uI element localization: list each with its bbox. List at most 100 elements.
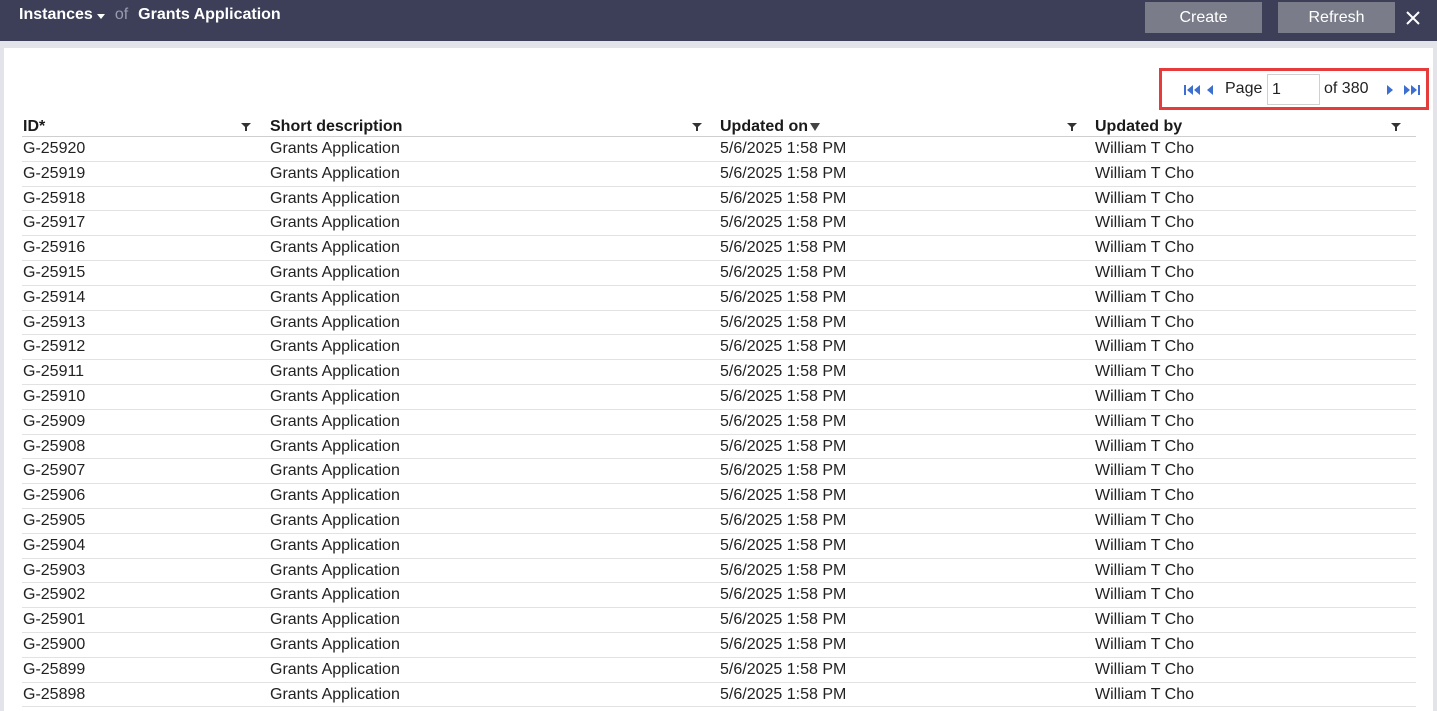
table-row[interactable]: G-25902 Grants Application 5/6/2025 1:58 P…: [22, 583, 1416, 609]
table-row[interactable]: G-25918 Grants Application 5/6/2025 1:58 P…: [22, 187, 1416, 212]
table-row[interactable]: G-25920 Grants Application 5/6/2025 1:58 P…: [22, 137, 1416, 162]
cell-id[interactable]: G-25906: [23, 487, 85, 505]
cell-short-description: Grants Application: [270, 511, 400, 529]
table-row[interactable]: G-25900 Grants Application 5/6/2025 1:58 P…: [22, 633, 1416, 658]
table-row[interactable]: G-25917 Grants Application 5/6/2025 1:58 P…: [22, 211, 1416, 237]
cell-updated-on: 5/6/2025 1:58 PM: [720, 685, 847, 703]
table-row[interactable]: G-25899 Grants Application 5/6/2025 1:58 P…: [22, 658, 1416, 683]
column-header-updated-on[interactable]: Updated on: [720, 118, 820, 136]
table-row[interactable]: G-25913 Grants Application 5/6/2025 1:58 P…: [22, 311, 1416, 336]
app-title: Grants Application: [138, 6, 281, 23]
cell-short-description: Grants Application: [270, 487, 400, 505]
close-icon[interactable]: [1403, 8, 1423, 28]
instances-table: ID* Short description Updated on Updated…: [22, 114, 1416, 708]
cell-id[interactable]: G-25914: [23, 289, 85, 307]
instances-menu[interactable]: Instances: [19, 6, 93, 24]
cell-short-description: Grants Application: [270, 437, 400, 455]
cell-updated-on: 5/6/2025 1:58 PM: [720, 635, 847, 653]
cell-id[interactable]: G-25902: [23, 586, 85, 604]
table-row[interactable]: G-25906 Grants Application 5/6/2025 1:58 P…: [22, 484, 1416, 509]
cell-updated-by: William T Cho: [1095, 164, 1194, 182]
page-number-input[interactable]: [1267, 74, 1320, 105]
table-row[interactable]: G-25914 Grants Application 5/6/2025 1:58 P…: [22, 286, 1416, 311]
refresh-button[interactable]: Refresh: [1278, 2, 1395, 33]
cell-id[interactable]: G-25903: [23, 562, 85, 580]
cell-id[interactable]: G-25917: [23, 214, 85, 232]
table-row[interactable]: G-25912 Grants Application 5/6/2025 1:58 P…: [22, 335, 1416, 361]
column-header-id[interactable]: ID*: [23, 118, 45, 136]
table-row[interactable]: G-25907 Grants Application 5/6/2025 1:58 P…: [22, 459, 1416, 485]
cell-short-description: Grants Application: [270, 685, 400, 703]
create-button[interactable]: Create: [1145, 2, 1262, 33]
cell-updated-on: 5/6/2025 1:58 PM: [720, 164, 847, 182]
cell-updated-on: 5/6/2025 1:58 PM: [720, 239, 847, 257]
cell-short-description: Grants Application: [270, 140, 400, 157]
table-row[interactable]: G-25915 Grants Application 5/6/2025 1:58 P…: [22, 261, 1416, 286]
cell-updated-by: William T Cho: [1095, 338, 1194, 356]
cell-short-description: Grants Application: [270, 263, 400, 281]
cell-id[interactable]: G-25899: [23, 661, 85, 679]
table-row[interactable]: G-25905 Grants Application 5/6/2025 1:58 P…: [22, 509, 1416, 534]
cell-id[interactable]: G-25915: [23, 264, 85, 282]
table-row[interactable]: G-25908 Grants Application 5/6/2025 1:58 P…: [22, 435, 1416, 460]
previous-page-icon[interactable]: [1206, 85, 1214, 95]
table-row[interactable]: G-25898 Grants Application 5/6/2025 1:58 P…: [22, 683, 1416, 708]
first-page-icon[interactable]: [1184, 85, 1202, 95]
cell-id[interactable]: G-25913: [23, 314, 85, 332]
cell-id[interactable]: G-25900: [23, 636, 85, 654]
cell-id[interactable]: G-25910: [23, 388, 85, 406]
table-row[interactable]: G-25904 Grants Application 5/6/2025 1:58 P…: [22, 534, 1416, 559]
cell-updated-on: 5/6/2025 1:58 PM: [720, 561, 847, 579]
column-header-updated-by[interactable]: Updated by: [1095, 118, 1182, 136]
cell-id[interactable]: G-25912: [23, 338, 85, 356]
cell-short-description: Grants Application: [270, 363, 400, 381]
cell-id[interactable]: G-25907: [23, 462, 85, 480]
cell-updated-on: 5/6/2025 1:58 PM: [720, 263, 847, 281]
cell-id[interactable]: G-25911: [23, 363, 84, 381]
cell-updated-on: 5/6/2025 1:58 PM: [720, 462, 847, 480]
cell-id[interactable]: G-25898: [23, 686, 85, 704]
table-row[interactable]: G-25901 Grants Application 5/6/2025 1:58 P…: [22, 608, 1416, 633]
last-page-icon[interactable]: [1402, 85, 1420, 95]
cell-id[interactable]: G-25905: [23, 512, 85, 530]
cell-id[interactable]: G-25918: [23, 190, 85, 208]
cell-short-description: Grants Application: [270, 611, 400, 629]
cell-updated-by: William T Cho: [1095, 487, 1194, 505]
chevron-down-icon[interactable]: [96, 13, 105, 19]
filter-icon[interactable]: [1391, 122, 1401, 132]
table-row[interactable]: G-25911 Grants Application 5/6/2025 1:58 P…: [22, 360, 1416, 385]
table-row[interactable]: G-25909 Grants Application 5/6/2025 1:58 P…: [22, 410, 1416, 435]
cell-updated-on: 5/6/2025 1:58 PM: [720, 660, 847, 678]
cell-updated-on: 5/6/2025 1:58 PM: [720, 586, 847, 604]
cell-id[interactable]: G-25904: [23, 537, 85, 555]
filter-icon[interactable]: [241, 122, 251, 132]
cell-id[interactable]: G-25919: [23, 165, 85, 183]
cell-id[interactable]: G-25909: [23, 413, 85, 431]
cell-short-description: Grants Application: [270, 338, 400, 356]
next-page-icon[interactable]: [1386, 85, 1394, 95]
table-row[interactable]: G-25910 Grants Application 5/6/2025 1:58 P…: [22, 385, 1416, 410]
cell-id[interactable]: G-25908: [23, 438, 85, 456]
cell-id[interactable]: G-25920: [23, 140, 85, 158]
cell-short-description: Grants Application: [270, 635, 400, 653]
column-header-short-description[interactable]: Short description: [270, 118, 402, 136]
cell-short-description: Grants Application: [270, 561, 400, 579]
cell-updated-by: William T Cho: [1095, 313, 1194, 331]
cell-id[interactable]: G-25916: [23, 239, 85, 257]
cell-short-description: Grants Application: [270, 412, 400, 430]
cell-updated-on: 5/6/2025 1:58 PM: [720, 437, 847, 455]
filter-icon[interactable]: [1067, 122, 1077, 132]
cell-short-description: Grants Application: [270, 536, 400, 554]
cell-short-description: Grants Application: [270, 387, 400, 405]
top-bar: Instances of Grants Application Create R…: [0, 0, 1437, 41]
cell-updated-on: 5/6/2025 1:58 PM: [720, 288, 847, 306]
cell-updated-on: 5/6/2025 1:58 PM: [720, 536, 847, 554]
header-title: Instances of Grants Application: [19, 5, 281, 25]
cell-short-description: Grants Application: [270, 660, 400, 678]
filter-icon[interactable]: [692, 122, 702, 132]
table-row[interactable]: G-25903 Grants Application 5/6/2025 1:58 P…: [22, 559, 1416, 584]
sort-descending-icon[interactable]: [810, 123, 820, 131]
cell-id[interactable]: G-25901: [23, 611, 85, 629]
table-row[interactable]: G-25916 Grants Application 5/6/2025 1:58 P…: [22, 236, 1416, 261]
table-row[interactable]: G-25919 Grants Application 5/6/2025 1:58 P…: [22, 162, 1416, 187]
